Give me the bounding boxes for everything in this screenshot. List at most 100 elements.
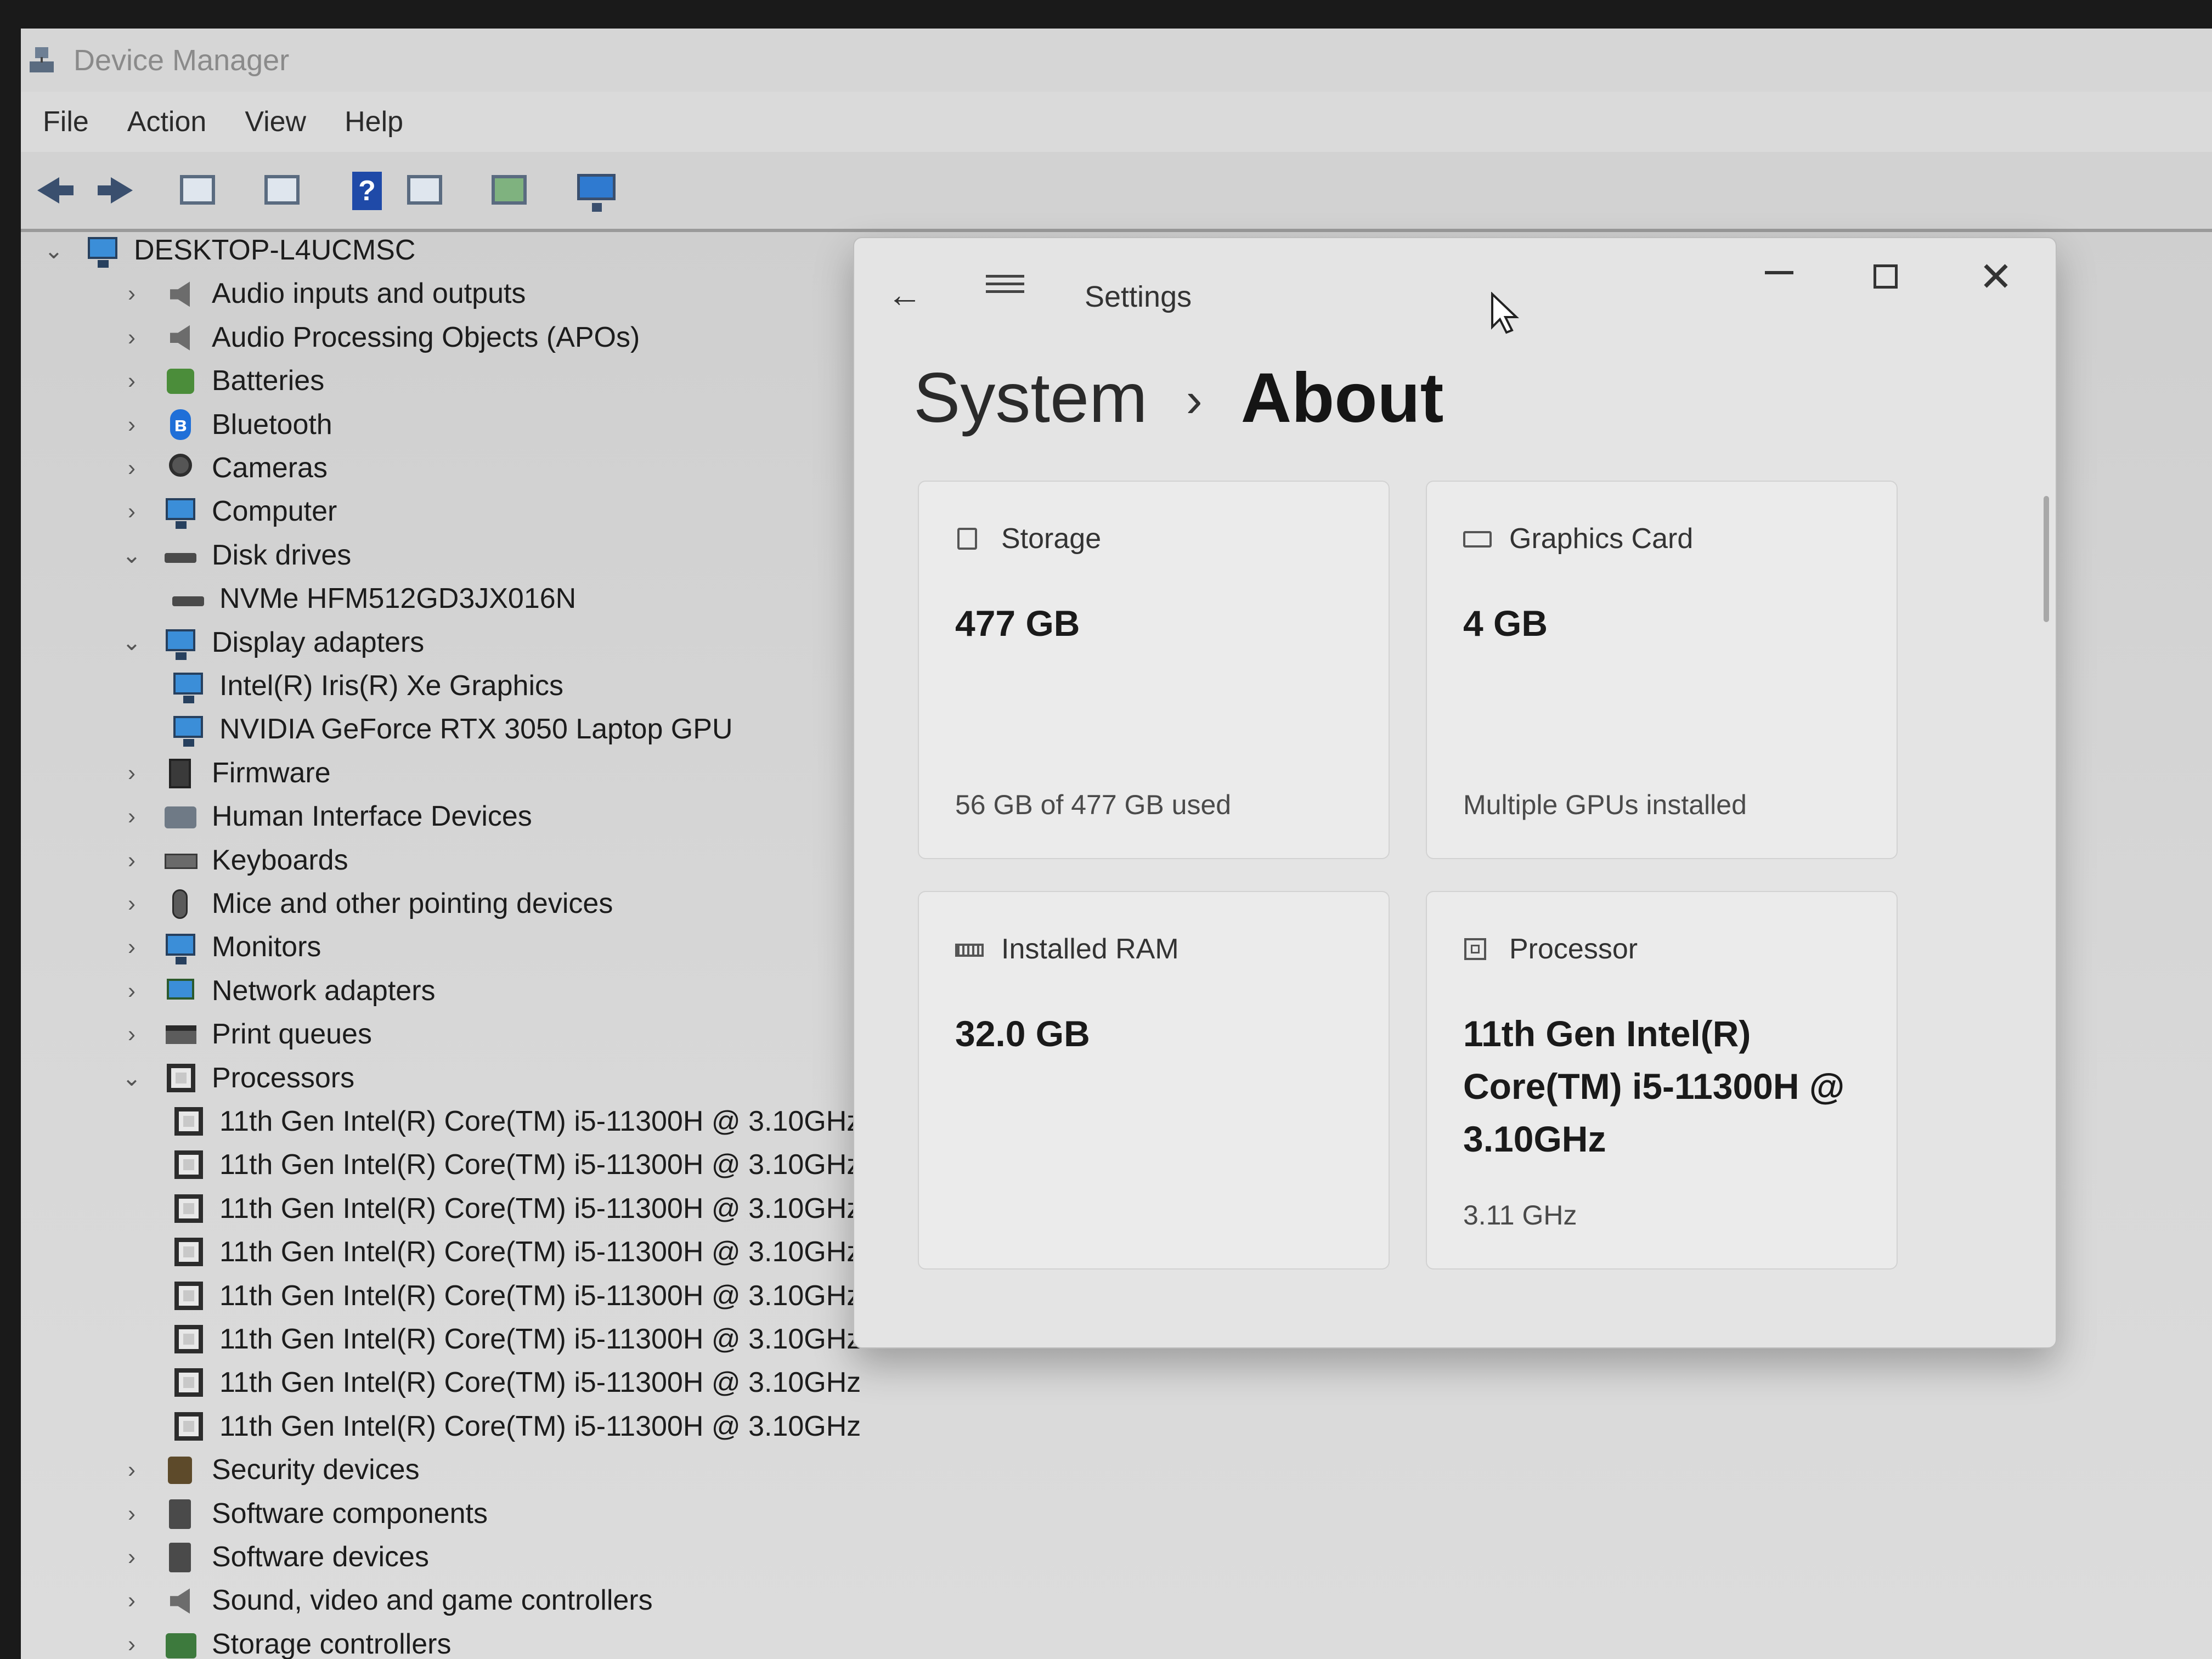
- minimize-icon[interactable]: [1765, 271, 1793, 274]
- device-category-16[interactable]: › Monitors: [121, 926, 321, 968]
- device-category-28[interactable]: › Security devices: [121, 1448, 420, 1491]
- settings-window: ← Settings ✕ System › About Storage 477 GB…: [853, 237, 2057, 1348]
- device-tree-item[interactable]: NVMe HFM512GD3JX016N: [170, 577, 576, 620]
- chevron-right-icon[interactable]: ›: [121, 1021, 143, 1047]
- device-category-14[interactable]: › Keyboards: [121, 839, 348, 882]
- menu-help[interactable]: Help: [345, 105, 403, 138]
- tree-item-label: 11th Gen Intel(R) Core(TM) i5-11300H @ 3…: [219, 1192, 861, 1224]
- chevron-right-icon[interactable]: ›: [121, 803, 143, 830]
- device-category-6[interactable]: › Computer: [121, 490, 337, 533]
- chevron-right-icon[interactable]: ›: [121, 411, 143, 438]
- chevron-right-icon[interactable]: ›: [121, 1500, 143, 1527]
- chevron-right-icon: ›: [1186, 373, 1203, 427]
- device-category-32[interactable]: › Storage controllers: [121, 1623, 451, 1659]
- device-category-15[interactable]: › Mice and other pointing devices: [121, 882, 613, 925]
- device-category-3[interactable]: › Batteries: [121, 359, 324, 402]
- device-tree-item[interactable]: Intel(R) Iris(R) Xe Graphics: [170, 664, 563, 707]
- breadcrumb-system[interactable]: System: [913, 359, 1148, 437]
- device-category-18[interactable]: › Print queues: [121, 1013, 372, 1056]
- speaker-icon: [162, 1584, 198, 1617]
- device-category-13[interactable]: › Human Interface Devices: [121, 795, 532, 838]
- tree-item-label: Bluetooth: [212, 408, 332, 441]
- chevron-down-icon[interactable]: ⌄: [121, 1064, 143, 1091]
- tree-item-label: Disk drives: [212, 539, 352, 571]
- device-category-30[interactable]: › Software devices: [121, 1536, 429, 1578]
- installed-ram-card[interactable]: Installed RAM 32.0 GB: [918, 891, 1390, 1269]
- chevron-right-icon[interactable]: ›: [121, 760, 143, 786]
- properties-icon[interactable]: [176, 170, 222, 211]
- card-title: Processor: [1509, 933, 1638, 965]
- tree-item-label: Sound, video and game controllers: [212, 1584, 653, 1617]
- show-hidden-icon[interactable]: [260, 170, 306, 211]
- device-category-29[interactable]: › Software components: [121, 1492, 488, 1535]
- tree-item-label: Human Interface Devices: [212, 800, 532, 833]
- device-tree-item[interactable]: 11th Gen Intel(R) Core(TM) i5-11300H @ 3…: [170, 1231, 861, 1273]
- device-tree-item[interactable]: 11th Gen Intel(R) Core(TM) i5-11300H @ 3…: [170, 1405, 861, 1448]
- chevron-right-icon[interactable]: ›: [121, 1457, 143, 1483]
- chevron-right-icon[interactable]: ›: [121, 368, 143, 394]
- printer-icon: [162, 1018, 198, 1051]
- device-category-31[interactable]: › Sound, video and game controllers: [121, 1579, 653, 1622]
- scrollbar[interactable]: [2044, 496, 2049, 622]
- chevron-down-icon[interactable]: ⌄: [121, 541, 143, 568]
- mouse-icon: [162, 887, 198, 920]
- device-category-2[interactable]: › Audio Processing Objects (APOs): [121, 316, 640, 359]
- device-tree-item[interactable]: NVIDIA GeForce RTX 3050 Laptop GPU: [170, 708, 733, 751]
- view-icon[interactable]: [403, 170, 449, 211]
- device-tree-item[interactable]: 11th Gen Intel(R) Core(TM) i5-11300H @ 3…: [170, 1187, 861, 1230]
- processor-icon: [170, 1279, 205, 1312]
- back-arrow-icon[interactable]: ←: [887, 274, 922, 315]
- device-tree-item[interactable]: 11th Gen Intel(R) Core(TM) i5-11300H @ 3…: [170, 1318, 861, 1361]
- chevron-right-icon[interactable]: ›: [121, 934, 143, 960]
- device-category-5[interactable]: › Cameras: [121, 447, 328, 489]
- storage-icon: [162, 1628, 198, 1659]
- toolbar: ?: [21, 152, 2212, 232]
- device-category-0[interactable]: ⌄ DESKTOP-L4UCMSC: [43, 229, 415, 272]
- chevron-right-icon[interactable]: ›: [121, 324, 143, 351]
- device-tree-item[interactable]: 11th Gen Intel(R) Core(TM) i5-11300H @ 3…: [170, 1100, 861, 1143]
- storage-card[interactable]: Storage 477 GB 56 GB of 477 GB used: [918, 481, 1390, 859]
- chevron-right-icon[interactable]: ›: [121, 455, 143, 481]
- back-arrow-icon[interactable]: [33, 170, 79, 211]
- device-category-7[interactable]: ⌄ Disk drives: [121, 534, 351, 577]
- device-category-12[interactable]: › Firmware: [121, 752, 331, 794]
- chevron-right-icon[interactable]: ›: [121, 847, 143, 873]
- device-category-1[interactable]: › Audio inputs and outputs: [121, 272, 526, 315]
- chevron-right-icon[interactable]: ›: [121, 498, 143, 524]
- device-category-4[interactable]: › ʙ Bluetooth: [121, 403, 332, 446]
- chevron-down-icon[interactable]: ⌄: [43, 237, 65, 264]
- device-category-17[interactable]: › Network adapters: [121, 969, 436, 1012]
- device-category-19[interactable]: ⌄ Processors: [121, 1057, 354, 1099]
- display-adapter-icon: [162, 626, 198, 660]
- tree-item-label: Firmware: [212, 757, 331, 789]
- processor-card[interactable]: Processor 11th Gen Intel(R) Core(TM) i5-…: [1426, 891, 1898, 1269]
- menu-action[interactable]: Action: [127, 105, 207, 138]
- update-driver-icon[interactable]: [487, 170, 533, 211]
- menu-file[interactable]: File: [43, 105, 89, 138]
- monitor-icon[interactable]: [572, 170, 618, 212]
- card-title: Installed RAM: [1001, 933, 1179, 965]
- display-adapter-icon: [170, 713, 205, 747]
- battery-icon: [162, 364, 198, 397]
- device-tree-item[interactable]: 11th Gen Intel(R) Core(TM) i5-11300H @ 3…: [170, 1143, 861, 1186]
- hamburger-menu-icon[interactable]: [986, 270, 1024, 301]
- chevron-right-icon[interactable]: ›: [121, 1544, 143, 1570]
- menu-view[interactable]: View: [245, 105, 306, 138]
- chevron-down-icon[interactable]: ⌄: [121, 629, 143, 656]
- tree-item-label: 11th Gen Intel(R) Core(TM) i5-11300H @ 3…: [219, 1149, 861, 1181]
- device-category-9[interactable]: ⌄ Display adapters: [121, 621, 424, 664]
- chevron-right-icon[interactable]: ›: [121, 280, 143, 307]
- device-tree-item[interactable]: 11th Gen Intel(R) Core(TM) i5-11300H @ 3…: [170, 1361, 861, 1404]
- settings-window-title: Settings: [1085, 280, 1192, 313]
- firmware-icon: [162, 757, 198, 789]
- chevron-right-icon[interactable]: ›: [121, 978, 143, 1004]
- close-icon[interactable]: ✕: [1979, 253, 2013, 301]
- chevron-right-icon[interactable]: ›: [121, 1631, 143, 1657]
- chevron-right-icon[interactable]: ›: [121, 890, 143, 917]
- graphics-card-card[interactable]: Graphics Card 4 GB Multiple GPUs install…: [1426, 481, 1898, 859]
- device-tree-item[interactable]: 11th Gen Intel(R) Core(TM) i5-11300H @ 3…: [170, 1274, 861, 1317]
- forward-arrow-icon[interactable]: [91, 170, 137, 211]
- help-icon[interactable]: ?: [345, 170, 391, 211]
- chevron-right-icon[interactable]: ›: [121, 1587, 143, 1613]
- maximize-icon[interactable]: [1874, 264, 1898, 289]
